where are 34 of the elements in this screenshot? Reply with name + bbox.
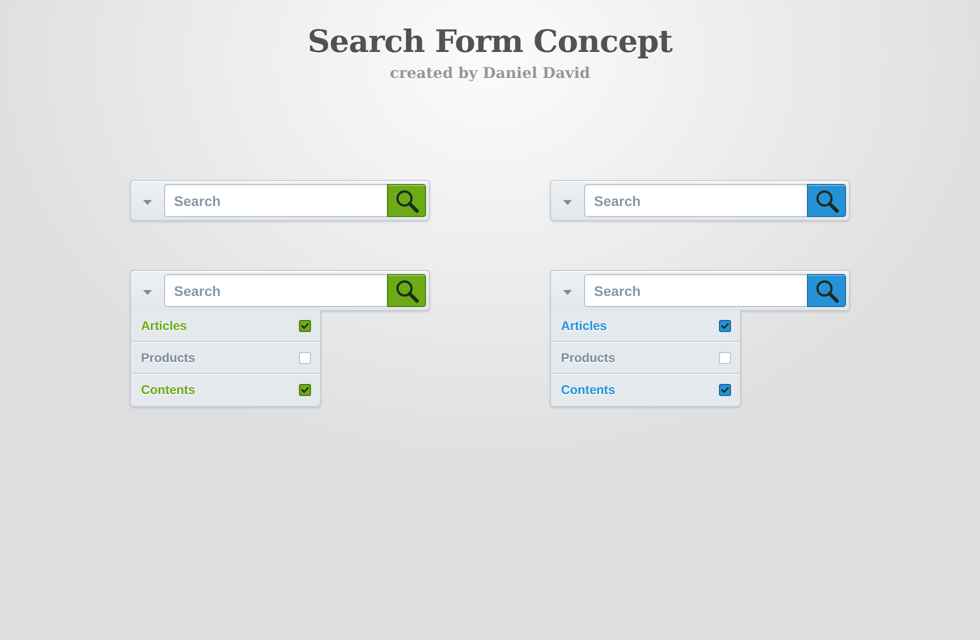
checkbox[interactable]	[719, 384, 731, 396]
check-icon	[301, 322, 309, 328]
option-label: Contents	[561, 383, 616, 397]
search-button[interactable]	[387, 184, 426, 217]
search-field[interactable]: Search	[164, 184, 387, 217]
checkbox[interactable]	[299, 320, 311, 332]
search-icon	[394, 278, 418, 302]
option-label: Products	[561, 350, 616, 364]
search-button[interactable]	[807, 274, 846, 307]
search-field[interactable]: Search	[584, 274, 807, 307]
checkbox[interactable]	[299, 352, 311, 364]
page-title: Search Form Concept	[308, 23, 672, 62]
option-label: Articles	[141, 318, 187, 332]
option-label: Articles	[561, 318, 607, 332]
checkbox[interactable]	[719, 320, 731, 332]
search-button[interactable]	[807, 184, 846, 217]
caret-icon	[563, 290, 572, 294]
caret-icon	[563, 200, 572, 204]
search-icon	[814, 188, 838, 212]
checkbox[interactable]	[299, 384, 311, 396]
caret-icon	[143, 290, 152, 294]
search-icon	[394, 188, 418, 212]
option-label: Products	[141, 350, 196, 364]
search-field[interactable]: Search	[584, 184, 807, 217]
check-icon	[721, 387, 729, 393]
check-icon	[721, 322, 729, 328]
page-subtitle: created by Daniel David	[390, 63, 590, 84]
check-icon	[301, 387, 309, 393]
search-icon	[814, 278, 838, 302]
option-label: Contents	[141, 383, 196, 397]
checkbox[interactable]	[719, 352, 731, 364]
search-field[interactable]: Search	[164, 274, 387, 307]
caret-icon	[143, 200, 152, 204]
search-button[interactable]	[387, 274, 426, 307]
